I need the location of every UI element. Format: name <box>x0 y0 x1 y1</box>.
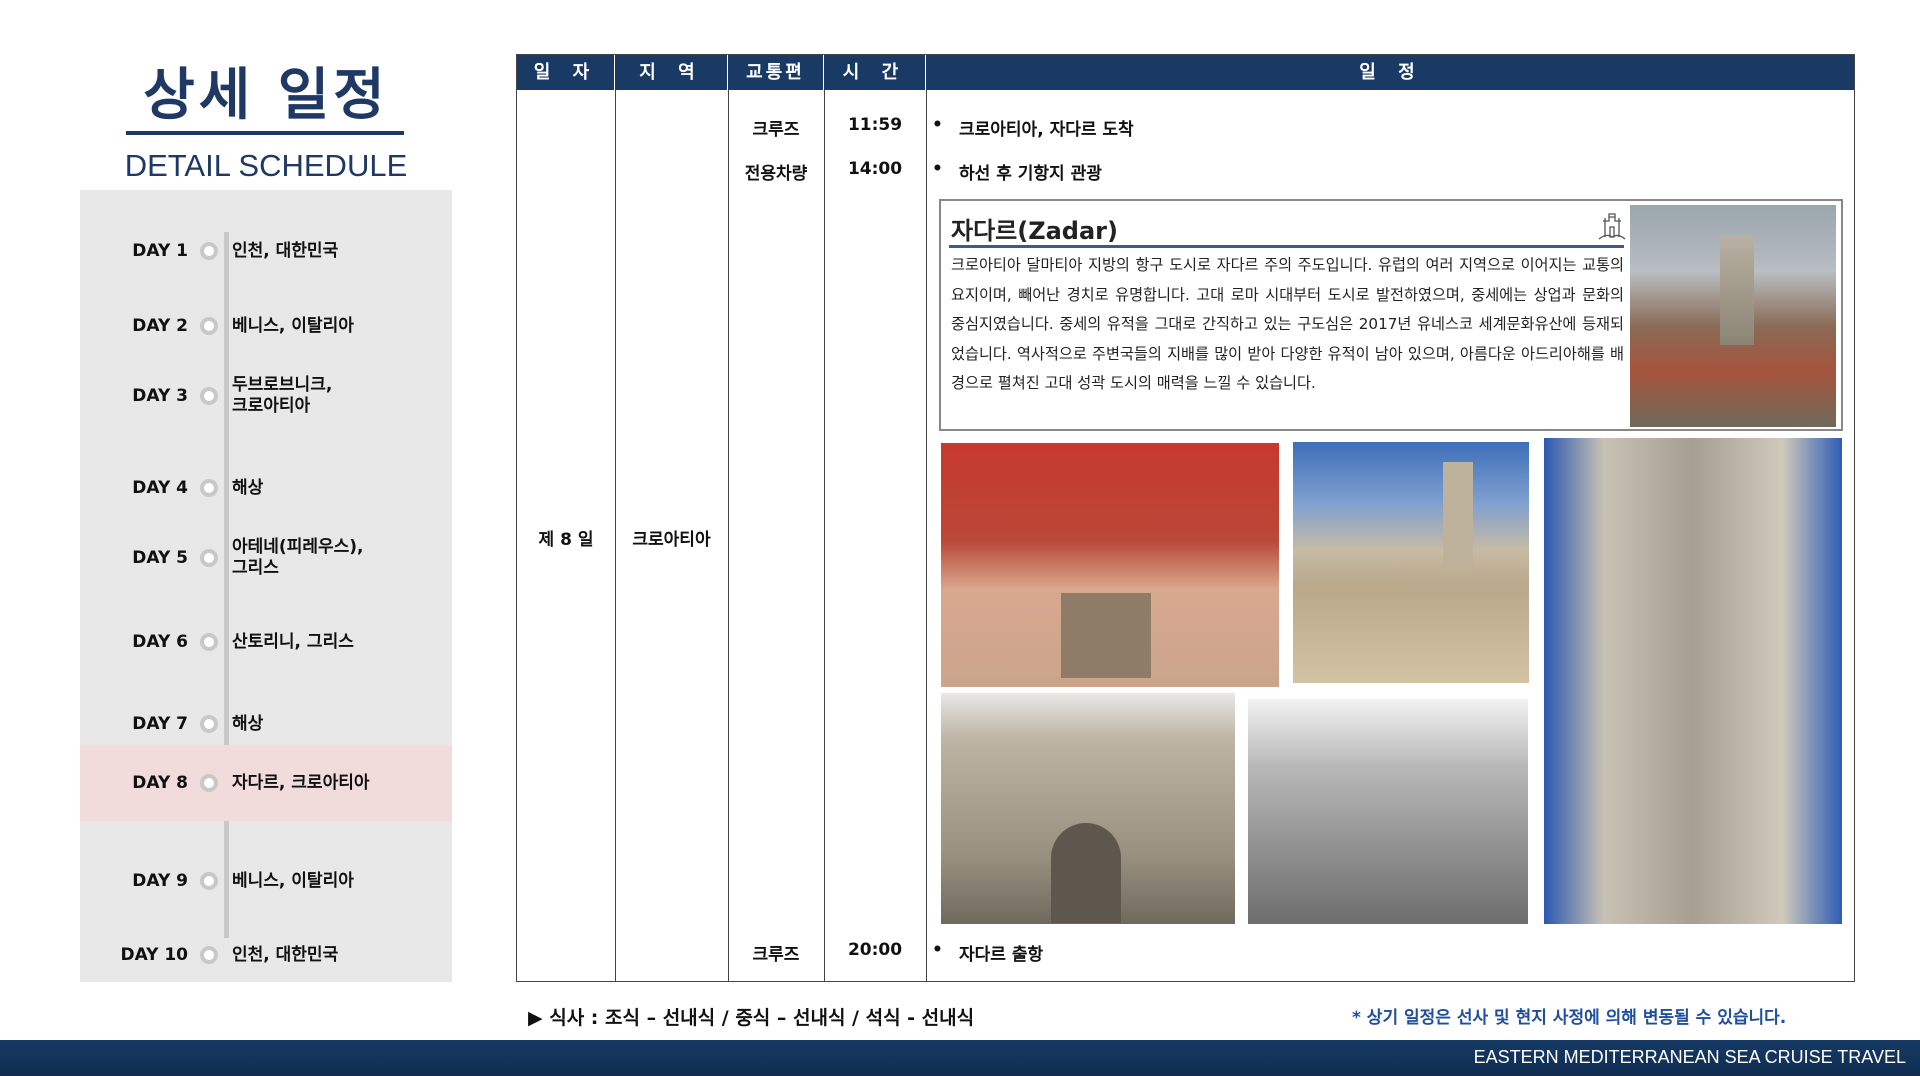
schedule-item: 크로아티아, 자다르 도착 <box>959 120 1134 140</box>
land-gate-photo <box>941 693 1235 924</box>
sidebar-day-6[interactable]: DAY 6 산토리니, 그리스 <box>80 622 452 662</box>
timeline-dot-icon <box>200 242 218 260</box>
sidebar-day-7[interactable]: DAY 7 해상 <box>80 704 452 744</box>
zadar-info-box: 자다르(Zadar) 크로아티아 달마티아 지방의 항구 도시로 자다르 주의 … <box>939 199 1843 431</box>
sidebar-day-2[interactable]: DAY 2 베니스, 이탈리아 <box>80 306 452 346</box>
sidebar-day-1[interactable]: DAY 1 인천, 대한민국 <box>80 231 452 271</box>
meals-info: ▶ 식사 : 조식 – 선내식 / 중식 – 선내식 / 석식 - 선내식 <box>528 1007 975 1029</box>
footer-brand: EASTERN MEDITERRANEAN SEA CRUISE TRAVEL <box>1473 1047 1906 1067</box>
schedule-item: 자다르 출항 <box>959 945 1044 965</box>
day-place: 해상 <box>232 713 264 734</box>
day-place: 인천, 대한민국 <box>232 240 339 261</box>
day-label: DAY 1 <box>132 241 188 261</box>
time-cell: 11:59 <box>847 115 903 135</box>
time-cell: 20:00 <box>847 940 903 960</box>
timeline-dot-icon <box>200 946 218 964</box>
timeline-dot-icon <box>200 715 218 733</box>
day-place: 아테네(피레우스), 그리스 <box>232 537 364 578</box>
bell-tower-photo <box>1544 438 1842 924</box>
transport-cell: 전용차량 <box>744 164 808 184</box>
day-label: DAY 9 <box>132 871 188 891</box>
timeline-dot-icon <box>200 387 218 405</box>
transport-cell: 크루즈 <box>752 945 800 965</box>
sidebar-day-3[interactable]: DAY 3 두브로브니크, 크로아티아 <box>80 366 452 426</box>
st-donatus-church-photo <box>1293 442 1529 683</box>
day-label: DAY 4 <box>132 478 188 498</box>
sidebar-day-10[interactable]: DAY 10 인천, 대한민국 <box>80 935 452 975</box>
sidebar-day-5[interactable]: DAY 5 아테네(피레우스), 그리스 <box>80 528 452 588</box>
schedule-item: 하선 후 기항지 관광 <box>959 164 1102 184</box>
time-cell: 14:00 <box>847 159 903 179</box>
bullet: • <box>932 115 943 135</box>
zadar-cityscape-photo <box>1630 205 1836 427</box>
zadar-title: 자다르(Zadar) <box>951 217 1118 245</box>
header-date: 일 자 <box>517 55 615 90</box>
sidebar-day-4[interactable]: DAY 4 해상 <box>80 468 452 508</box>
zadar-description: 크로아티아 달마티아 지방의 항구 도시로 자다르 주의 주도입니다. 유럽의 … <box>951 256 1624 392</box>
timeline-dot-icon <box>200 549 218 567</box>
day-place: 베니스, 이탈리아 <box>232 315 354 336</box>
schedule-notice: * 상기 일정은 선사 및 현지 사정에 의해 변동될 수 있습니다. <box>1352 1008 1787 1028</box>
schedule-table: 일 자 지 역 교통편 시 간 일 정 제 8 일 크로아티아 크루즈 11:5… <box>516 54 1855 982</box>
region-cell: 크로아티아 <box>632 530 711 550</box>
day-sidebar: DAY 1 인천, 대한민국 DAY 2 베니스, 이탈리아 DAY 3 두브로브니크, … <box>80 190 452 982</box>
transport-cell: 크루즈 <box>752 120 800 140</box>
header-transport: 교통편 <box>728 55 824 90</box>
day-label: DAY 2 <box>132 316 188 336</box>
day-place: 인천, 대한민국 <box>232 944 339 965</box>
header-region: 지 역 <box>615 55 728 90</box>
timeline-dot-icon <box>200 317 218 335</box>
title-underline <box>126 131 404 135</box>
day-place: 두브로브니크, 크로아티아 <box>232 375 333 416</box>
page-title: 상세 일정 <box>143 63 389 128</box>
timeline-dot-icon <box>200 872 218 890</box>
sidebar-day-8[interactable]: DAY 8 자다르, 크로아티아 <box>80 745 452 821</box>
sidebar-day-9[interactable]: DAY 9 베니스, 이탈리아 <box>80 861 452 901</box>
romanesque-apse-photo <box>1248 699 1528 924</box>
zadar-title-underline <box>949 245 1624 248</box>
timeline-dot-icon <box>200 479 218 497</box>
header-schedule: 일 정 <box>1359 62 1423 83</box>
table-header: 일 자 지 역 교통편 시 간 일 정 <box>517 55 1854 90</box>
page-subtitle: DETAIL SCHEDULE <box>124 148 408 183</box>
day-place: 자다르, 크로아티아 <box>232 772 370 793</box>
castle-icon <box>1597 209 1627 241</box>
bullet: • <box>932 159 943 179</box>
day-label: DAY 7 <box>132 714 188 734</box>
arches-well-photo <box>941 443 1279 687</box>
timeline-dot-icon <box>200 774 218 792</box>
day-label: DAY 8 <box>132 773 188 793</box>
day-label: DAY 3 <box>132 386 188 406</box>
header-time: 시 간 <box>824 55 926 90</box>
bullet: • <box>932 940 943 960</box>
day-place: 산토리니, 그리스 <box>232 631 354 652</box>
timeline-dot-icon <box>200 633 218 651</box>
day-place: 베니스, 이탈리아 <box>232 870 354 891</box>
day-label: DAY 10 <box>120 945 188 965</box>
day-place: 해상 <box>232 477 264 498</box>
day-label: DAY 5 <box>132 548 188 568</box>
day-label: DAY 6 <box>132 632 188 652</box>
day-cell: 제 8 일 <box>538 530 594 550</box>
